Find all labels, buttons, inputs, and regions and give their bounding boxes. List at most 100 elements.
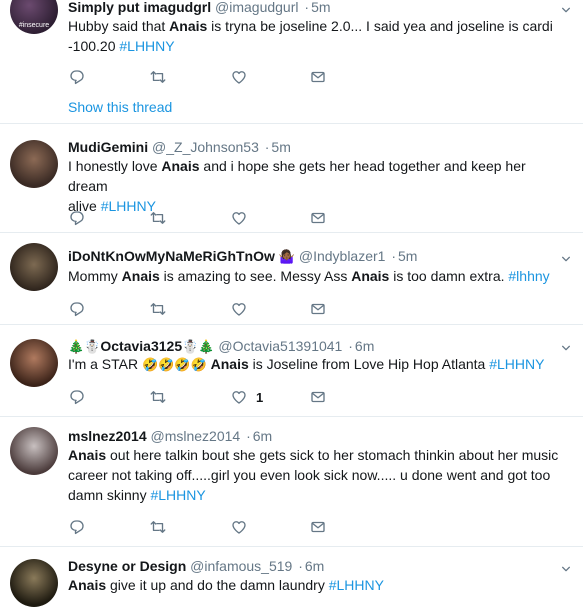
display-name[interactable]: Desyne or Design bbox=[68, 558, 186, 574]
like-count: 1 bbox=[256, 389, 264, 405]
reply-button[interactable] bbox=[68, 387, 86, 407]
avatar[interactable] bbox=[10, 427, 58, 475]
highlighted-keyword: Anais bbox=[121, 268, 160, 284]
dm-button[interactable] bbox=[309, 517, 327, 537]
retweet-button[interactable] bbox=[149, 67, 167, 87]
avatar[interactable] bbox=[10, 140, 58, 188]
avatar[interactable] bbox=[10, 559, 58, 607]
timestamp[interactable]: 5m bbox=[398, 248, 417, 264]
dm-button[interactable] bbox=[309, 299, 327, 319]
direct-message-icon bbox=[309, 68, 327, 86]
tweet[interactable]: Desyne or Design @infamous_519 · 6m Anais… bbox=[0, 547, 583, 607]
retweet-button[interactable] bbox=[149, 299, 167, 319]
text-segment: Hubby said that bbox=[68, 18, 170, 34]
reply-button[interactable] bbox=[68, 299, 86, 319]
display-name[interactable]: iDoNtKnOwMyNaMeRiGhTnOw bbox=[68, 248, 275, 264]
avatar[interactable]: #insecure bbox=[10, 0, 58, 34]
timestamp[interactable]: 5m bbox=[271, 139, 290, 155]
tweet-text: I'm a STAR 🤣🤣🤣🤣 Anais is Joseline from L… bbox=[68, 354, 563, 375]
tweet[interactable]: 🎄☃️Octavia3125☃️🎄 @Octavia51391041 · 6m I… bbox=[0, 325, 583, 417]
retweet-icon bbox=[149, 388, 167, 406]
tweet[interactable]: MudiGemini @_Z_Johnson53 · 5m I honestly … bbox=[0, 124, 583, 233]
tweet-text: Anais give it up and do the damn laundry… bbox=[68, 575, 563, 595]
dm-button[interactable] bbox=[309, 387, 327, 407]
tweet[interactable]: mslnez2014 @mslnez2014 · 6m Anais out her… bbox=[0, 417, 583, 547]
user-handle[interactable]: @Indyblazer1 bbox=[299, 248, 386, 264]
like-button[interactable] bbox=[230, 67, 256, 87]
reply-button[interactable] bbox=[68, 517, 86, 537]
reply-button[interactable] bbox=[68, 208, 86, 228]
highlighted-keyword: Anais bbox=[210, 356, 249, 372]
separator-dot: · bbox=[348, 338, 353, 354]
timestamp[interactable]: 5m bbox=[311, 0, 330, 15]
user-handle[interactable]: @_Z_Johnson53 bbox=[152, 139, 259, 155]
avatar-text: #insecure bbox=[18, 22, 50, 29]
timestamp[interactable]: 6m bbox=[253, 428, 272, 444]
text-segment: career not taking off.....girl you even … bbox=[68, 467, 551, 483]
show-thread-link[interactable]: Show this thread bbox=[68, 99, 172, 115]
text-segment: I'm a STAR bbox=[68, 356, 142, 372]
hashtag-link[interactable]: #lhhny bbox=[508, 268, 549, 284]
dm-button[interactable] bbox=[309, 67, 327, 87]
dm-button[interactable] bbox=[309, 208, 327, 228]
separator-dot: · bbox=[304, 0, 310, 15]
like-icon bbox=[230, 209, 248, 227]
avatar[interactable] bbox=[10, 243, 58, 291]
highlighted-keyword: Anais bbox=[169, 18, 208, 34]
highlighted-keyword: Anais bbox=[161, 158, 200, 174]
text-segment: is too damn extra. bbox=[389, 268, 509, 284]
hashtag-link[interactable]: #LHHNY bbox=[329, 577, 384, 593]
user-handle[interactable]: @Octavia51391041 bbox=[218, 338, 342, 354]
text-segment: is tryna be joseline 2.0... I said yea a… bbox=[207, 18, 553, 34]
tweet-header: iDoNtKnOwMyNaMeRiGhTnOw 🤷🏾‍♀️ @Indyblaze… bbox=[68, 247, 553, 266]
like-button[interactable]: 1 bbox=[230, 387, 263, 407]
retweet-icon bbox=[149, 300, 167, 318]
tweet-text: Mommy Anais is amazing to see. Messy Ass… bbox=[68, 266, 563, 286]
like-button[interactable] bbox=[230, 208, 256, 228]
like-icon bbox=[230, 518, 248, 536]
snowman-tree-emoji-icon: ☃️🎄 bbox=[182, 339, 215, 354]
hashtag-link[interactable]: #LHHNY bbox=[101, 198, 156, 214]
highlighted-keyword: Anais bbox=[68, 447, 107, 463]
laughing-emoji-icon: 🤣🤣🤣🤣 bbox=[141, 357, 207, 372]
direct-message-icon bbox=[309, 518, 327, 536]
retweet-button[interactable] bbox=[149, 517, 167, 537]
display-name[interactable]: Simply put imagudgrl bbox=[68, 0, 211, 15]
like-button[interactable] bbox=[230, 517, 256, 537]
tweet-feed: #insecure Simply put imagudgrl @imagudgu… bbox=[0, 0, 583, 607]
text-segment: -100.20 bbox=[68, 38, 120, 54]
reply-button[interactable] bbox=[68, 67, 86, 87]
tweet-header: MudiGemini @_Z_Johnson53 · 5m bbox=[68, 138, 553, 156]
reply-icon bbox=[68, 518, 86, 536]
hashtag-link[interactable]: #LHHNY bbox=[489, 356, 544, 372]
caret-down-icon[interactable] bbox=[561, 251, 571, 261]
timestamp[interactable]: 6m bbox=[305, 558, 324, 574]
user-handle[interactable]: @infamous_519 bbox=[190, 558, 292, 574]
tweet[interactable]: iDoNtKnOwMyNaMeRiGhTnOw 🤷🏾‍♀️ @Indyblaze… bbox=[0, 233, 583, 325]
display-name[interactable]: MudiGemini bbox=[68, 139, 148, 155]
avatar[interactable] bbox=[10, 339, 58, 387]
display-name[interactable]: Octavia3125 bbox=[100, 338, 182, 354]
retweet-button[interactable] bbox=[149, 208, 167, 228]
retweet-icon bbox=[149, 209, 167, 227]
retweet-button[interactable] bbox=[149, 387, 167, 407]
direct-message-icon bbox=[309, 300, 327, 318]
tweet-header: mslnez2014 @mslnez2014 · 6m bbox=[68, 427, 553, 445]
separator-dot: · bbox=[298, 558, 303, 574]
tweet[interactable]: #insecure Simply put imagudgrl @imagudgu… bbox=[0, 0, 583, 124]
caret-down-icon[interactable] bbox=[561, 561, 571, 571]
text-segment: I honestly love bbox=[68, 158, 162, 174]
reply-icon bbox=[68, 388, 86, 406]
reply-icon bbox=[68, 300, 86, 318]
hashtag-link[interactable]: #LHHNY bbox=[150, 487, 205, 503]
like-icon bbox=[230, 68, 248, 86]
caret-down-icon[interactable] bbox=[561, 2, 571, 12]
tweet-text: Anais out here talkin bout she gets sick… bbox=[68, 445, 563, 505]
user-handle[interactable]: @imagudgurl bbox=[215, 0, 298, 15]
hashtag-link[interactable]: #LHHNY bbox=[119, 38, 174, 54]
user-handle[interactable]: @mslnez2014 bbox=[151, 428, 241, 444]
timestamp[interactable]: 6m bbox=[355, 338, 374, 354]
display-name[interactable]: mslnez2014 bbox=[68, 428, 147, 444]
like-button[interactable] bbox=[230, 299, 256, 319]
caret-down-icon[interactable] bbox=[561, 340, 571, 350]
